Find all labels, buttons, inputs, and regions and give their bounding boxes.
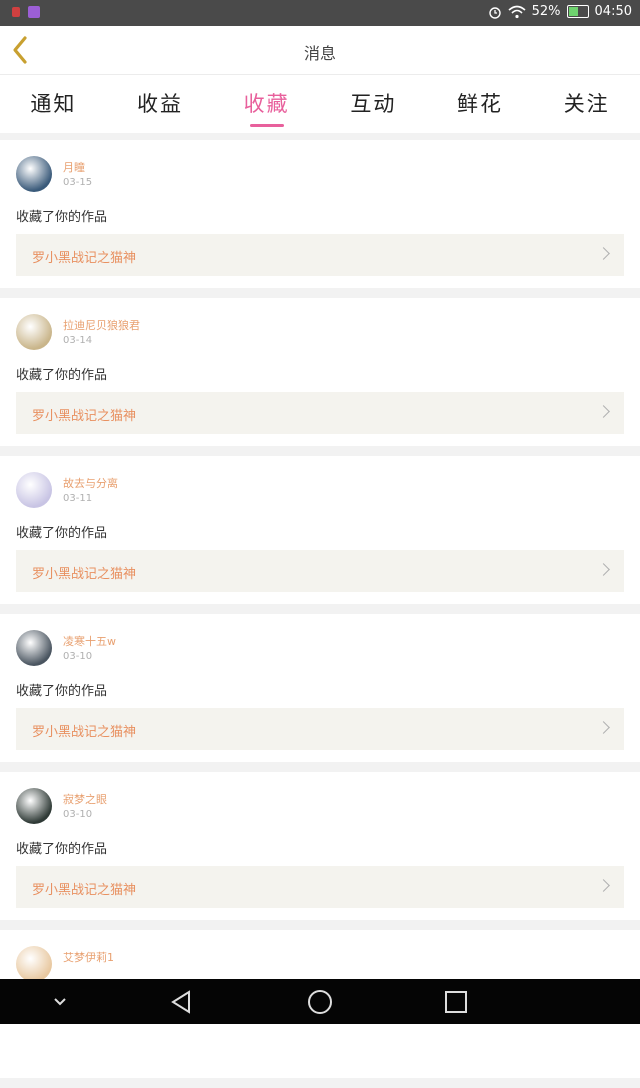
notification-card: 月瞳 03-15 收藏了你的作品罗小黑战记之猫神 <box>0 140 640 288</box>
notification-date: 03-11 <box>63 493 93 504</box>
avatar[interactable] <box>16 630 52 666</box>
notification-list: 月瞳 03-15 收藏了你的作品 罗小黑战记之猫神 拉迪尼贝狼狼君 03-14 收藏了你的作… <box>0 140 640 1088</box>
avatar[interactable] <box>16 946 52 982</box>
avatar[interactable] <box>16 472 52 508</box>
avatar[interactable] <box>16 788 52 824</box>
alarm-icon <box>488 6 501 19</box>
user-name[interactable]: 拉迪尼贝狼狼君 <box>63 317 140 333</box>
square-recents-icon <box>445 991 467 1013</box>
tab-4[interactable]: 鲜花 <box>427 75 534 133</box>
recents-nav-button[interactable] <box>442 988 470 1016</box>
app-notification-icon <box>28 6 40 18</box>
triangle-back-icon <box>171 990 190 1014</box>
work-link[interactable]: 罗小黑战记之猫神 <box>16 708 624 750</box>
user-name[interactable]: 艾梦伊莉1 <box>63 949 114 965</box>
chevron-right-icon <box>597 563 610 576</box>
notification-card: 拉迪尼贝狼狼君 03-14 收藏了你的作品罗小黑战记之猫神 <box>0 298 640 446</box>
work-title: 罗小黑战记之猫神 <box>32 409 137 424</box>
app-header: 消息 <box>0 26 640 75</box>
chevron-right-icon <box>597 721 610 734</box>
avatar[interactable] <box>16 156 52 192</box>
tab-5[interactable]: 关注 <box>533 75 640 133</box>
tab-bar: 通知 收益 收藏 互动 鲜花 关注 <box>0 75 640 133</box>
tab-label: 通知 <box>30 92 77 116</box>
work-title: 罗小黑战记之猫神 <box>32 567 137 582</box>
notification-text: 收藏了你的作品 <box>16 684 108 699</box>
notification-text: 收藏了你的作品 <box>16 842 108 857</box>
user-name[interactable]: 月瞳 <box>63 159 85 175</box>
work-link[interactable]: 罗小黑战记之猫神 <box>16 234 624 276</box>
work-title: 罗小黑战记之猫神 <box>32 883 137 898</box>
page-title: 消息 <box>303 44 336 63</box>
chevron-right-icon <box>597 247 610 260</box>
work-title: 罗小黑战记之猫神 <box>32 251 137 266</box>
tab-label: 互动 <box>350 92 397 116</box>
back-nav-button[interactable] <box>168 988 196 1016</box>
notification-date: 03-10 <box>63 651 93 662</box>
chevron-down-icon <box>54 998 66 1006</box>
system-nav-bar <box>0 979 640 1024</box>
hide-keyboard-button[interactable] <box>46 988 74 1016</box>
app-notification-icon <box>12 7 20 17</box>
wifi-icon <box>508 5 526 18</box>
user-name[interactable]: 凌寒十五w <box>63 633 116 649</box>
work-link[interactable]: 罗小黑战记之猫神 <box>16 550 624 592</box>
tab-label: 关注 <box>563 92 610 116</box>
battery-percent: 52% <box>531 4 561 19</box>
notification-card: 故去与分离 03-11 收藏了你的作品罗小黑战记之猫神 <box>0 456 640 604</box>
chevron-right-icon <box>597 879 610 892</box>
notification-text: 收藏了你的作品 <box>16 526 108 541</box>
status-indicators: 52% 04:50 <box>488 4 632 19</box>
notification-text: 收藏了你的作品 <box>16 210 108 225</box>
notification-card: 寂梦之眼 03-10 收藏了你的作品罗小黑战记之猫神 <box>0 772 640 920</box>
home-nav-button[interactable] <box>306 988 334 1016</box>
chevron-right-icon <box>597 405 610 418</box>
tab-1[interactable]: 收益 <box>107 75 214 133</box>
notification-date: 03-15 <box>63 177 93 188</box>
clock: 04:50 <box>594 4 632 19</box>
tab-2[interactable]: 收藏 <box>213 75 320 133</box>
status-bar: 52% 04:50 <box>0 0 640 26</box>
work-link[interactable]: 罗小黑战记之猫神 <box>16 392 624 434</box>
notification-text: 收藏了你的作品 <box>16 368 108 383</box>
tab-label: 收藏 <box>243 92 290 116</box>
notification-card: 凌寒十五w 03-10 收藏了你的作品罗小黑战记之猫神 <box>0 614 640 762</box>
battery-level <box>568 7 578 16</box>
user-name[interactable]: 故去与分离 <box>63 475 118 491</box>
work-title: 罗小黑战记之猫神 <box>32 725 137 740</box>
tab-3[interactable]: 互动 <box>320 75 427 133</box>
status-notifications <box>12 6 40 18</box>
tab-label: 收益 <box>137 92 183 116</box>
active-tab-indicator <box>249 124 284 127</box>
user-name[interactable]: 寂梦之眼 <box>63 791 107 807</box>
notification-date: 03-10 <box>63 809 93 820</box>
work-link[interactable]: 罗小黑战记之猫神 <box>16 866 624 908</box>
notification-date: 03-14 <box>63 335 93 346</box>
battery-icon <box>566 5 589 18</box>
home-circle-icon <box>308 990 332 1014</box>
tab-0[interactable]: 通知 <box>0 75 107 133</box>
tab-label: 鲜花 <box>457 92 504 116</box>
avatar[interactable] <box>16 314 52 350</box>
